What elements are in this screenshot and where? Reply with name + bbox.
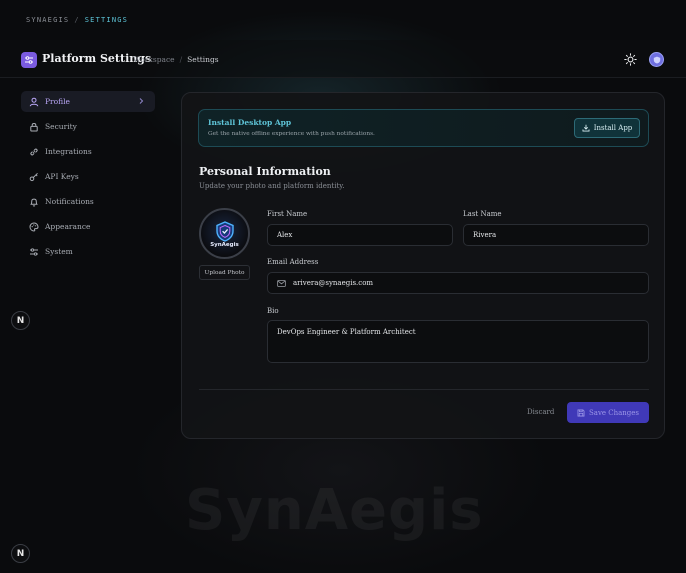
save-changes-button[interactable]: Save Changes [567, 402, 649, 423]
sidebar-item-label: Notifications [45, 197, 94, 206]
sliders-icon [30, 247, 38, 256]
save-icon [577, 409, 585, 416]
sidebar-item-security[interactable]: Security [21, 116, 155, 137]
sidebar-item-label: Profile [45, 97, 70, 106]
brand-watermark: SynAegis [185, 478, 484, 543]
first-name-field[interactable]: Alex [267, 224, 453, 246]
install-banner: Install Desktop App Get the native offli… [198, 109, 649, 147]
settings-sliders-icon [25, 56, 33, 64]
email-label: Email Address [267, 258, 319, 266]
top-breadcrumb-app[interactable]: SYNAEGIS [26, 16, 69, 24]
user-avatar[interactable] [649, 52, 664, 67]
key-icon [29, 172, 38, 181]
divider [199, 389, 649, 390]
section-subtitle: Update your photo and platform identity. [199, 182, 345, 190]
bell-icon [30, 198, 38, 206]
breadcrumb-sep: / [179, 55, 183, 64]
top-breadcrumb: SYNAEGIS / SETTINGS [26, 16, 128, 24]
sidebar-item-profile[interactable]: Profile [21, 91, 155, 112]
chevron-right-icon [139, 98, 144, 104]
sidebar-nav: Profile Security Integrations API Keys N [21, 91, 155, 266]
app-logo[interactable] [21, 52, 37, 68]
section-title: Personal Information [199, 165, 331, 178]
top-breadcrumb-sep: / [74, 16, 80, 24]
sidebar-item-notifications[interactable]: Notifications [21, 191, 155, 212]
sidebar-item-appearance[interactable]: Appearance [21, 216, 155, 237]
shield-icon [653, 56, 660, 64]
sidebar-item-label: Appearance [45, 222, 91, 231]
sidebar-item-api-keys[interactable]: API Keys [21, 166, 155, 187]
breadcrumb-settings: Settings [187, 55, 219, 64]
sidebar-item-label: System [45, 247, 73, 256]
save-changes-label: Save Changes [588, 408, 640, 417]
top-breadcrumb-current: SETTINGS [84, 16, 129, 24]
email-field[interactable]: arivera@synaegis.com [267, 272, 649, 294]
sidebar-item-integrations[interactable]: Integrations [21, 141, 155, 162]
shield-logo-icon [215, 220, 234, 242]
lock-icon [30, 122, 38, 131]
email-value: arivera@synaegis.com [293, 279, 374, 287]
n-logo-badge[interactable]: N [11, 544, 30, 563]
breadcrumb: Workspace / Settings [133, 55, 219, 64]
download-icon [582, 124, 590, 132]
avatar-brand-text: SynAegis [210, 241, 239, 248]
mail-icon [277, 279, 286, 287]
n-logo-badge[interactable]: N [11, 311, 30, 330]
bio-textarea[interactable]: DevOps Engineer & Platform Architect [267, 320, 649, 363]
sidebar-item-label: Integrations [45, 147, 92, 156]
palette-icon [29, 221, 39, 232]
install-app-button[interactable]: Install App [574, 118, 640, 138]
header-bar: Platform Settings Workspace / Settings [0, 40, 686, 78]
bio-label: Bio [267, 307, 279, 315]
settings-card: Install Desktop App Get the native offli… [181, 92, 665, 439]
discard-button[interactable]: Discard [527, 408, 554, 416]
install-subtitle: Get the native offline experience with p… [208, 131, 375, 137]
upload-photo-button[interactable]: Upload Photo [199, 265, 250, 280]
install-app-label: Install App [593, 124, 633, 132]
sidebar-item-system[interactable]: System [21, 241, 155, 262]
install-title: Install Desktop App [208, 118, 292, 127]
sidebar-item-label: API Keys [45, 172, 79, 181]
sun-icon[interactable] [624, 53, 637, 66]
link-icon [30, 148, 38, 155]
sidebar-item-label: Security [45, 122, 77, 131]
last-name-field[interactable]: Rivera [463, 224, 649, 246]
breadcrumb-workspace[interactable]: Workspace [133, 55, 175, 64]
user-icon [29, 97, 39, 106]
last-name-label: Last Name [463, 210, 502, 218]
first-name-label: First Name [267, 210, 308, 218]
profile-avatar[interactable]: SynAegis [199, 208, 250, 259]
